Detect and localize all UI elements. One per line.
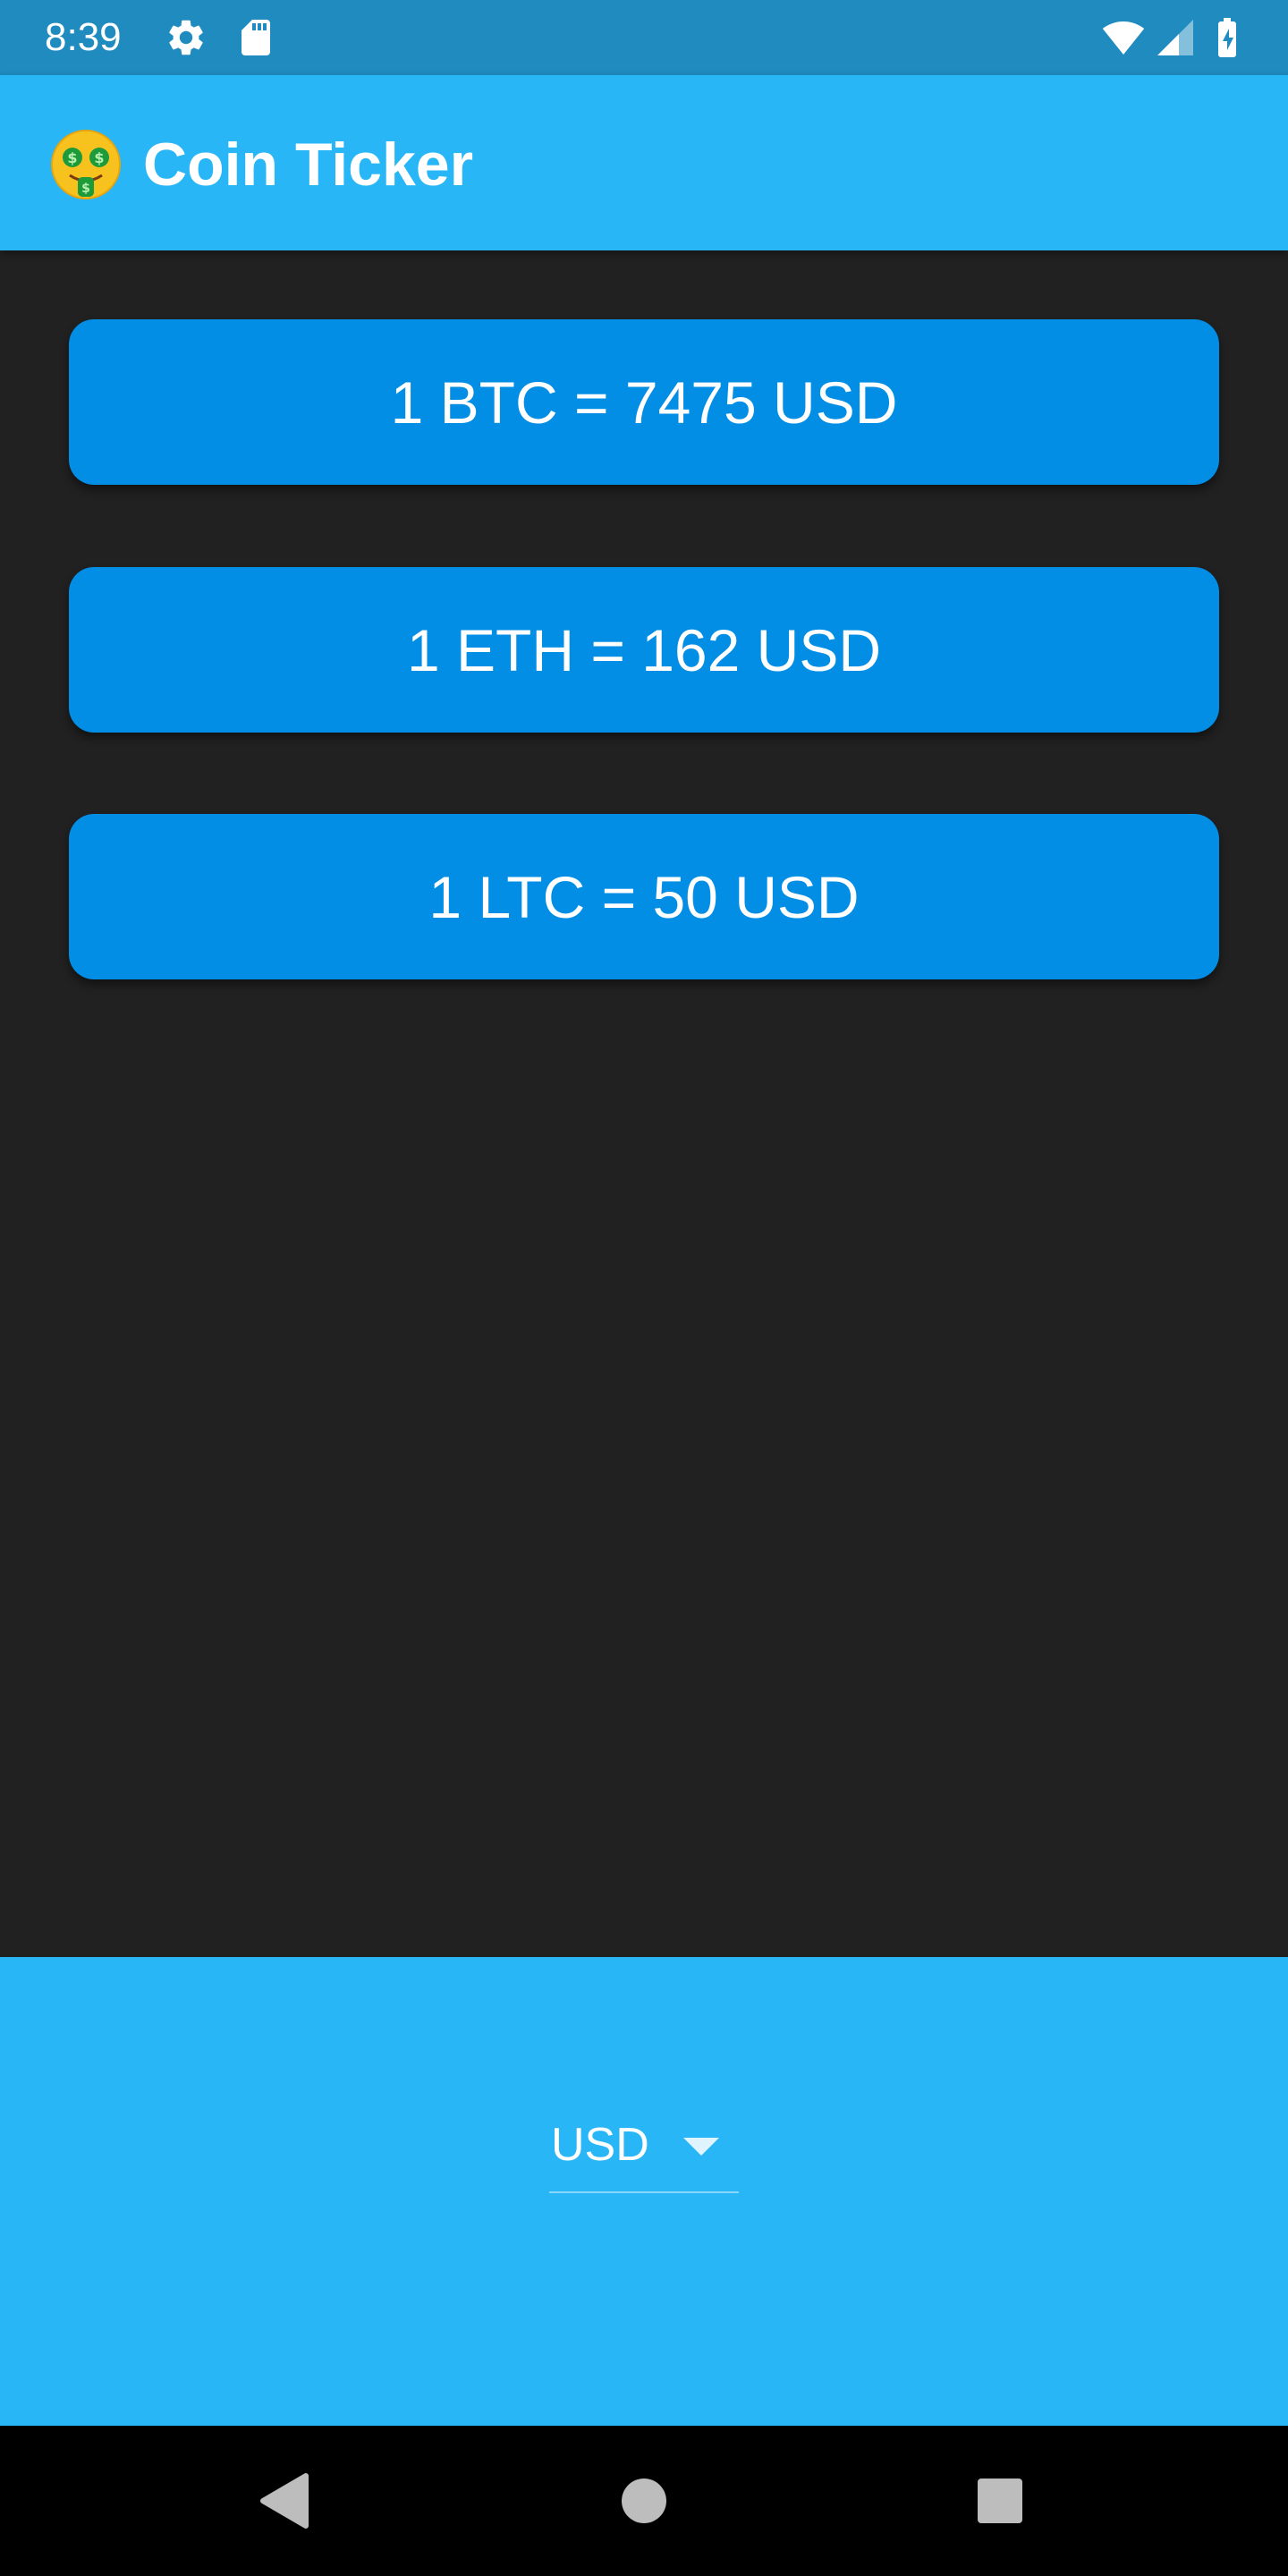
svg-text:$: $	[81, 182, 90, 196]
svg-text:$: $	[94, 149, 104, 166]
rate-card-btc: 1 BTC = 7475 USD	[69, 319, 1219, 485]
status-bar: 8:39	[0, 0, 1288, 75]
app-bar: $ $ $ Coin Ticker	[0, 75, 1288, 250]
back-icon[interactable]	[249, 2465, 320, 2537]
settings-icon	[165, 16, 208, 59]
app-title: Coin Ticker	[143, 131, 474, 199]
dropdown-underline	[549, 2191, 739, 2193]
status-time: 8:39	[45, 15, 122, 59]
app-screen: 8:39 $ $ $ Coin Ticker 1 BTC = 7475 USD …	[0, 0, 1288, 2576]
money-mouth-face-icon: $ $ $	[50, 129, 122, 200]
rate-label-ltc: 1 LTC = 50 USD	[428, 863, 860, 930]
recents-icon[interactable]	[964, 2465, 1036, 2537]
home-icon[interactable]	[608, 2465, 680, 2537]
sd-card-icon	[234, 16, 277, 59]
currency-picker-panel: USD	[0, 1957, 1288, 2426]
rate-label-btc: 1 BTC = 7475 USD	[390, 369, 898, 436]
rate-card-eth: 1 ETH = 162 USD	[69, 567, 1219, 733]
cell-signal-icon	[1154, 16, 1197, 59]
battery-charging-icon	[1211, 16, 1243, 59]
currency-dropdown-value: USD	[551, 2119, 649, 2171]
svg-text:$: $	[67, 149, 77, 166]
rate-card-ltc: 1 LTC = 50 USD	[69, 814, 1219, 979]
rates-list: 1 BTC = 7475 USD 1 ETH = 162 USD 1 LTC =…	[0, 250, 1288, 1957]
rate-label-eth: 1 ETH = 162 USD	[406, 616, 882, 683]
navigation-bar	[0, 2426, 1288, 2576]
currency-dropdown[interactable]: USD	[549, 2109, 739, 2193]
wifi-icon	[1098, 16, 1148, 59]
dropdown-arrow-icon	[683, 2131, 719, 2163]
